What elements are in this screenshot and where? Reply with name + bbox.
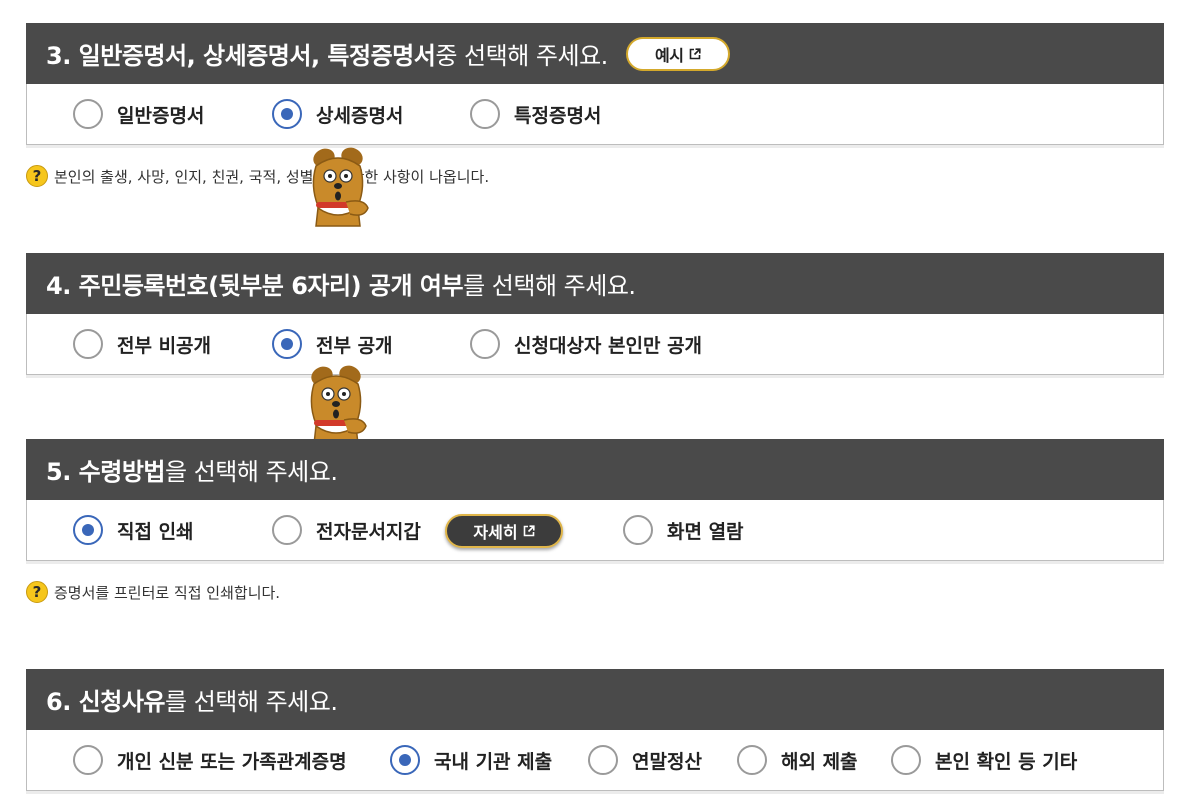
- option-label: 국내 기관 제출: [434, 750, 553, 773]
- example-button-label: 예시: [655, 45, 684, 65]
- radio-button[interactable]: [588, 745, 618, 775]
- option-label: 신청대상자 본인만 공개: [514, 334, 703, 357]
- radio-button[interactable]: [737, 745, 767, 775]
- hint-certificate-type: ? 본인의 출생, 사망, 인지, 친권, 국적, 성별 등에 관한 사항이 나…: [26, 165, 489, 187]
- option-label: 개인 신분 또는 가족관계증명: [117, 750, 347, 773]
- option-direct-print[interactable]: 직접 인쇄: [73, 500, 194, 560]
- example-button[interactable]: 예시: [625, 36, 730, 71]
- section-header: 4. 주민등록번호(뒷부분 6자리) 공개 여부 를 선택해 주세요.: [26, 253, 1164, 314]
- radio-button-selected[interactable]: [272, 329, 302, 359]
- radio-button[interactable]: [470, 329, 500, 359]
- section-options: 개인 신분 또는 가족관계증명 국내 기관 제출 연말정산 해외 제출 본인 확…: [26, 730, 1164, 791]
- radio-button[interactable]: [470, 99, 500, 129]
- option-other[interactable]: 본인 확인 등 기타: [891, 730, 1077, 790]
- hint-text: 증명서를 프린터로 직접 인쇄합니다.: [54, 583, 281, 602]
- external-link-icon: [523, 525, 535, 537]
- option-label: 화면 열람: [667, 520, 744, 543]
- radio-button[interactable]: [623, 515, 653, 545]
- option-digital-wallet[interactable]: 전자문서지갑: [272, 500, 421, 560]
- question-mark-icon: ?: [26, 581, 48, 603]
- section-title-suffix: 를 선택해 주세요.: [463, 272, 636, 300]
- radio-button[interactable]: [891, 745, 921, 775]
- option-general-certificate[interactable]: 일반증명서: [73, 84, 204, 144]
- external-link-icon: [689, 48, 701, 60]
- section-resident-number-disclosure: 4. 주민등록번호(뒷부분 6자리) 공개 여부 를 선택해 주세요. 전부 비…: [26, 253, 1164, 375]
- detail-button-label: 자세히: [473, 523, 518, 542]
- section-title-suffix: 을 선택해 주세요.: [165, 458, 338, 486]
- option-label: 전자문서지갑: [316, 520, 421, 543]
- option-screen-view[interactable]: 화면 열람: [623, 500, 744, 560]
- radio-button-selected[interactable]: [390, 745, 420, 775]
- option-label: 본인 확인 등 기타: [935, 750, 1078, 773]
- radio-button-selected[interactable]: [272, 99, 302, 129]
- section-receipt-method: 5. 수령방법 을 선택해 주세요. 직접 인쇄 전자문서지갑 자세히 화면 열…: [26, 439, 1164, 561]
- hint-text: 본인의 출생, 사망, 인지, 친권, 국적, 성별 등에 관한 사항이 나옵니…: [54, 167, 490, 186]
- detail-button[interactable]: 자세히: [445, 514, 563, 548]
- option-all-private[interactable]: 전부 비공개: [73, 314, 211, 374]
- option-label: 상세증명서: [316, 104, 404, 127]
- option-label: 해외 제출: [781, 750, 858, 773]
- option-label: 일반증명서: [117, 104, 205, 127]
- section-title: 6. 신청사유: [46, 688, 166, 716]
- dog-mascot-icon: [300, 364, 372, 446]
- radio-button[interactable]: [73, 329, 103, 359]
- option-label: 연말정산: [632, 750, 702, 773]
- section-application-reason: 6. 신청사유 를 선택해 주세요. 개인 신분 또는 가족관계증명 국내 기관…: [26, 669, 1164, 791]
- option-domestic-agency[interactable]: 국내 기관 제출: [390, 730, 552, 790]
- radio-button[interactable]: [272, 515, 302, 545]
- option-year-end-tax[interactable]: 연말정산: [588, 730, 702, 790]
- section-header: 5. 수령방법 을 선택해 주세요.: [26, 439, 1164, 500]
- section-title: 3. 일반증명서, 상세증명서, 특정증명서: [46, 42, 436, 70]
- hint-receipt-method: ? 증명서를 프린터로 직접 인쇄합니다.: [26, 581, 280, 603]
- radio-button[interactable]: [73, 99, 103, 129]
- question-mark-icon: ?: [26, 165, 48, 187]
- radio-button[interactable]: [73, 745, 103, 775]
- option-label: 직접 인쇄: [117, 520, 194, 543]
- section-title: 5. 수령방법: [46, 458, 166, 486]
- option-label: 특정증명서: [514, 104, 602, 127]
- section-title: 4. 주민등록번호(뒷부분 6자리) 공개 여부: [46, 272, 464, 300]
- section-header: 6. 신청사유 를 선택해 주세요.: [26, 669, 1164, 730]
- option-detailed-certificate[interactable]: 상세증명서: [272, 84, 403, 144]
- radio-button-selected[interactable]: [73, 515, 103, 545]
- section-options: 직접 인쇄 전자문서지갑 자세히 화면 열람: [26, 500, 1164, 561]
- option-self-only-public[interactable]: 신청대상자 본인만 공개: [470, 314, 702, 374]
- section-title-suffix: 중 선택해 주세요.: [435, 42, 608, 70]
- option-specific-certificate[interactable]: 특정증명서: [470, 84, 601, 144]
- section-title-suffix: 를 선택해 주세요.: [165, 688, 338, 716]
- section-header: 3. 일반증명서, 상세증명서, 특정증명서 중 선택해 주세요. 예시: [26, 23, 1164, 84]
- dog-mascot-icon: [302, 146, 374, 228]
- option-label: 전부 공개: [316, 334, 393, 357]
- option-identity-family[interactable]: 개인 신분 또는 가족관계증명: [73, 730, 347, 790]
- section-certificate-type: 3. 일반증명서, 상세증명서, 특정증명서 중 선택해 주세요. 예시 일반증…: [26, 23, 1164, 145]
- option-label: 전부 비공개: [117, 334, 212, 357]
- option-overseas-submission[interactable]: 해외 제출: [737, 730, 858, 790]
- section-options: 전부 비공개 전부 공개 신청대상자 본인만 공개: [26, 314, 1164, 375]
- section-options: 일반증명서 상세증명서 특정증명서: [26, 84, 1164, 145]
